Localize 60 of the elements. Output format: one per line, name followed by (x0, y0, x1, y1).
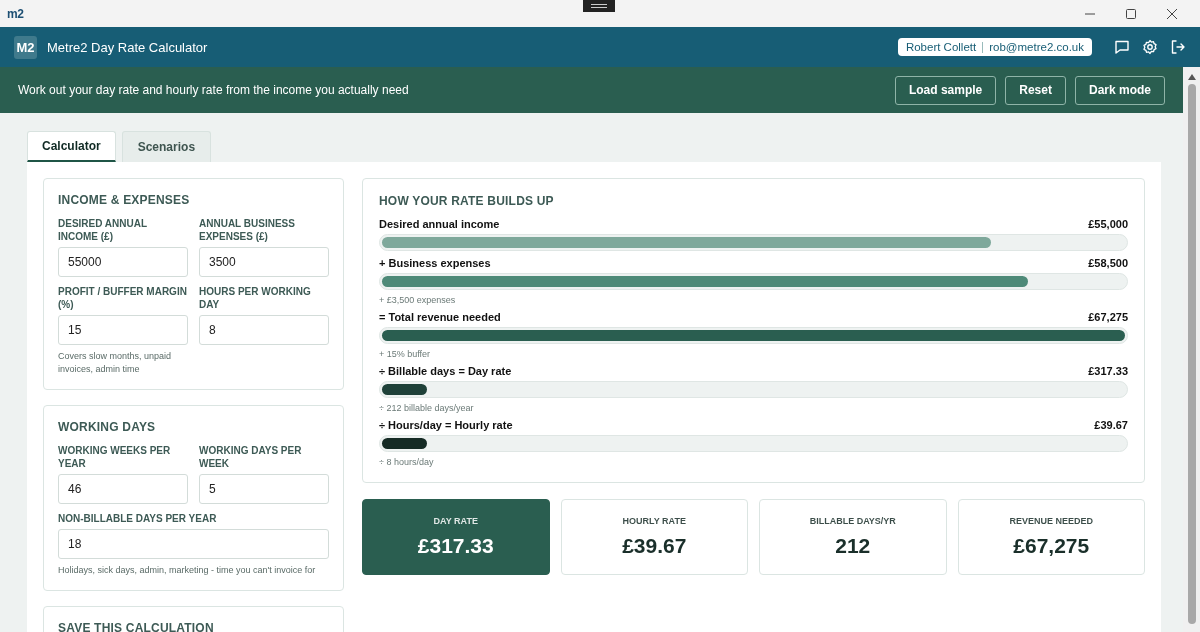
step-amount: £58,500 (1088, 257, 1128, 269)
input-field[interactable]: 5 (199, 474, 329, 504)
app-logo: m2 (7, 6, 24, 21)
section-title: WORKING DAYS (58, 420, 157, 434)
step-amount: £55,000 (1088, 218, 1128, 230)
section-title: HOW YOUR RATE BUILDS UP (379, 194, 555, 208)
user-chip[interactable]: Robert Collett rob@metre2.co.uk (897, 38, 1092, 56)
step-label: = Total revenue needed (379, 311, 501, 323)
scroll-thumb[interactable] (1187, 84, 1196, 624)
stat-label: BILLABLE DAYS/YR (809, 516, 896, 526)
input-field[interactable]: 46 (58, 474, 188, 504)
field-label: NON-BILLABLE DAYS PER YEAR (58, 512, 218, 525)
step-label: + Business expenses (379, 257, 491, 269)
field-label: DESIRED ANNUAL INCOME (£) (58, 217, 148, 243)
input-field[interactable]: 15 (58, 315, 188, 345)
step-note: ÷ 8 hours/day (379, 457, 435, 467)
section-title: INCOME & EXPENSES (58, 193, 191, 207)
stat-value: £39.67 (622, 534, 687, 558)
banner-text: Work out your day rate and hourly rate from the income you actually need (18, 83, 409, 97)
logout-icon[interactable] (1170, 39, 1186, 55)
input-field[interactable]: 8 (199, 315, 329, 345)
tab[interactable]: Scenarios (121, 131, 212, 162)
field-label: WORKING WEEKS PER YEAR (58, 444, 172, 470)
step-label: Desired annual income (379, 218, 500, 230)
field-hint: Covers slow months, unpaid invoices, admin time (58, 350, 173, 376)
banner-button[interactable]: Dark mode (1074, 75, 1165, 105)
tab[interactable]: Calculator (27, 131, 116, 162)
chat-icon[interactable] (1114, 39, 1130, 55)
field-label: PROFIT / BUFFER MARGIN (%) (58, 285, 188, 311)
banner-button[interactable]: Load sample (894, 75, 997, 105)
field-label: ANNUAL BUSINESS EXPENSES (£) (199, 217, 296, 243)
input-field[interactable]: 55000 (58, 247, 188, 277)
step-amount: £39.67 (1094, 419, 1128, 431)
field-hint: Holidays, sick days, admin, marketing - time you can't invoice for (58, 564, 317, 577)
scroll-up-icon[interactable] (1186, 73, 1197, 81)
step-note: + 15% buffer (379, 349, 432, 359)
stat-value: £317.33 (417, 534, 494, 558)
step-label: ÷ Billable days = Day rate (379, 365, 512, 377)
input-field[interactable]: 18 (58, 529, 329, 559)
step-note: + £3,500 expenses (379, 295, 457, 305)
grip-icon[interactable] (583, 0, 615, 12)
section-title: SAVE THIS CALCULATION (58, 621, 215, 632)
stat-value: 212 (835, 534, 871, 558)
field-label: WORKING DAYS PER WEEK (199, 444, 303, 470)
stat-label: DAY RATE (433, 516, 478, 526)
app-badge: M2 (14, 35, 37, 59)
stat-label: REVENUE NEEDED (1009, 516, 1093, 526)
step-note: ÷ 212 billable days/year (379, 403, 475, 413)
step-label: ÷ Hours/day = Hourly rate (379, 419, 513, 431)
step-amount: £67,275 (1088, 311, 1128, 323)
stat-value: £67,275 (1013, 534, 1090, 558)
field-label: HOURS PER WORKING DAY (199, 285, 312, 311)
app-title: Metre2 Day Rate Calculator (47, 39, 208, 55)
stat-label: HOURLY RATE (622, 516, 686, 526)
settings-icon[interactable] (1142, 39, 1158, 55)
input-field[interactable]: 3500 (199, 247, 329, 277)
maximize-icon[interactable] (1125, 7, 1137, 20)
step-amount: £317.33 (1088, 365, 1128, 377)
banner-button[interactable]: Reset (1005, 75, 1066, 105)
close-icon[interactable] (1166, 7, 1178, 20)
